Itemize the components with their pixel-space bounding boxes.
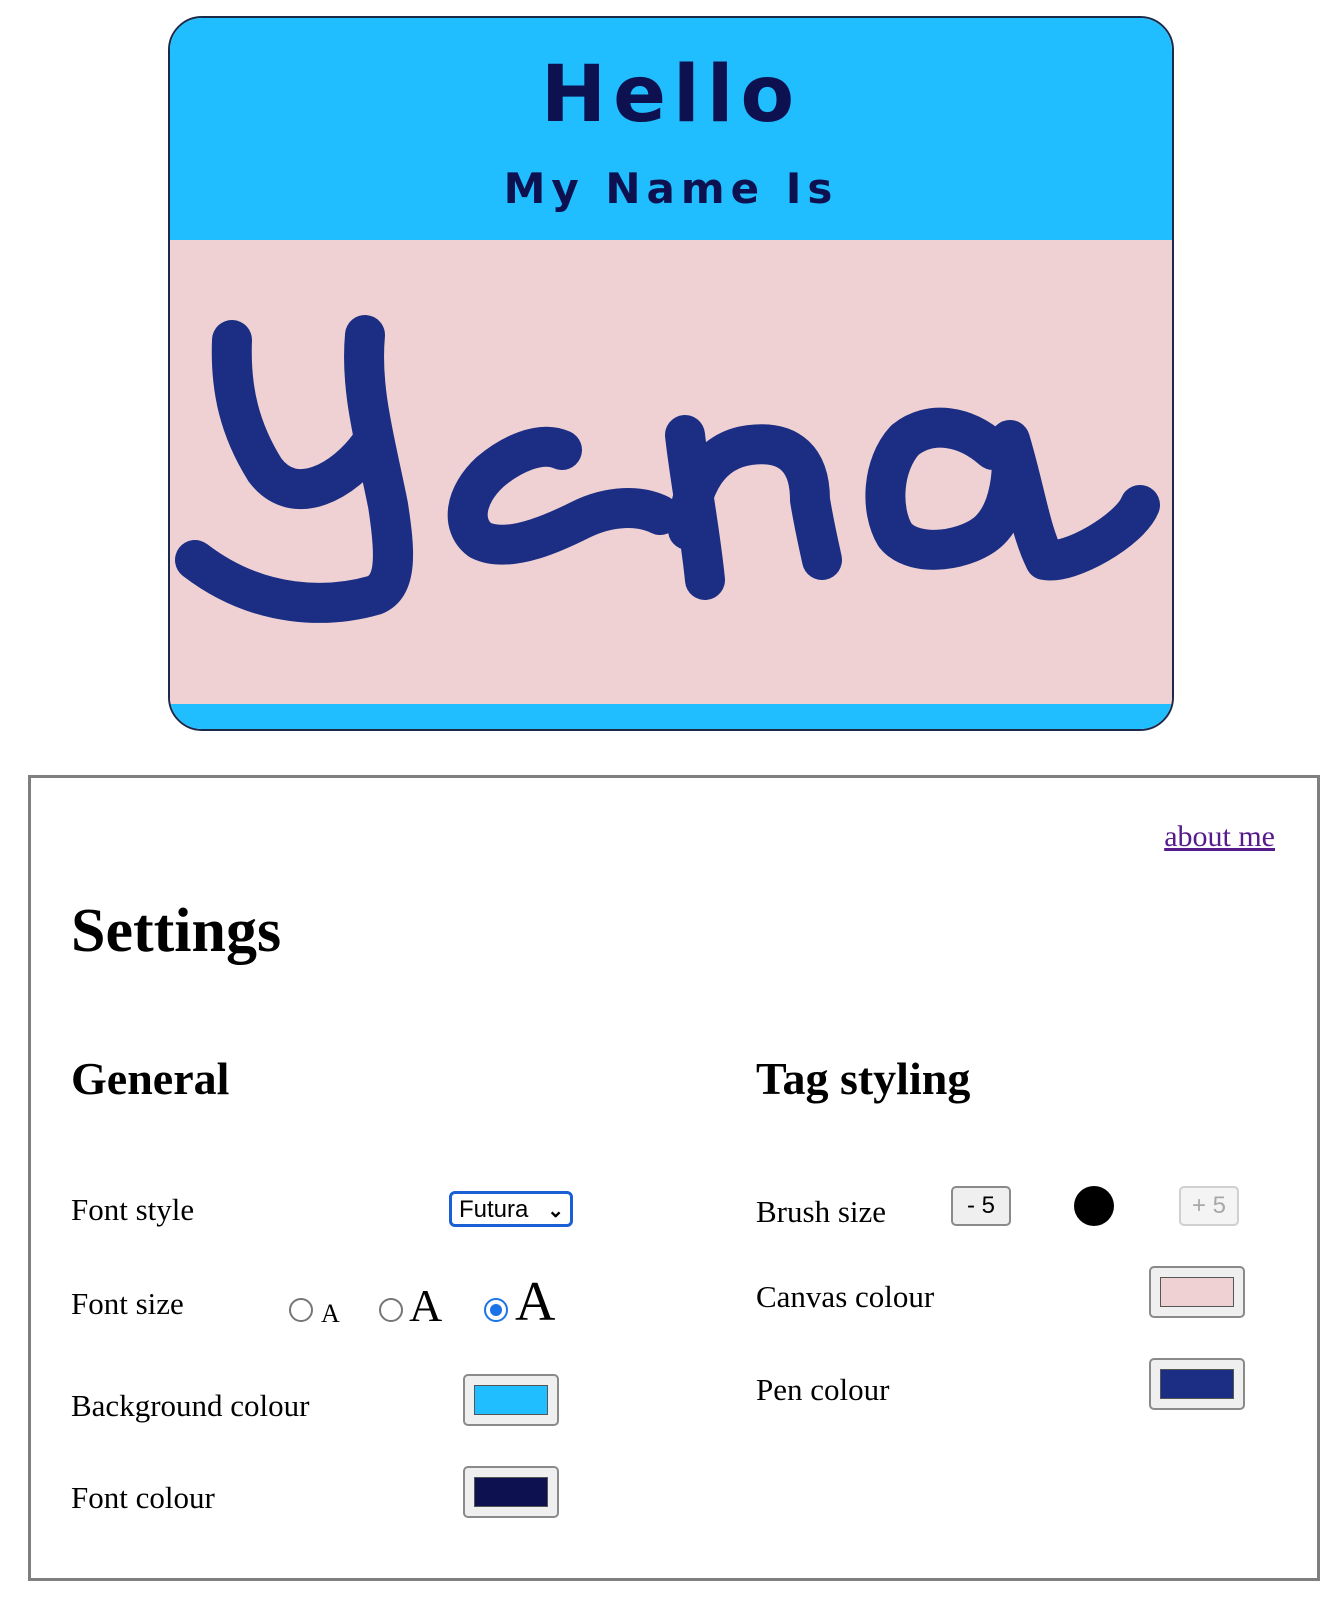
canvas-colour-swatch [1160, 1277, 1234, 1307]
font-style-select[interactable]: Futura ⌄ [449, 1191, 573, 1227]
font-size-label: Font size [71, 1286, 184, 1321]
name-tag: Hello My Name Is [168, 16, 1174, 731]
general-heading: General [71, 1053, 230, 1104]
font-colour-label: Font colour [71, 1480, 215, 1515]
pen-strokes [175, 315, 1160, 623]
canvas-colour-label: Canvas colour [756, 1279, 935, 1314]
tag-subtitle: My Name Is [503, 164, 839, 213]
pen-colour-swatch [1160, 1369, 1234, 1399]
font-size-option-small: A [321, 1299, 340, 1328]
font-size-option-large: A [515, 1271, 556, 1333]
handwritten-name-yana [175, 315, 1160, 623]
drawing-canvas[interactable] [170, 240, 1172, 704]
background-colour-picker[interactable] [463, 1374, 559, 1426]
pen-colour-label: Pen colour [756, 1372, 890, 1407]
font-size-radio-large[interactable] [484, 1298, 508, 1322]
pen-colour-picker[interactable] [1149, 1358, 1245, 1410]
font-colour-swatch [474, 1477, 548, 1507]
tag-title: Hello [540, 50, 802, 140]
tag-footer [170, 704, 1172, 729]
font-colour-picker[interactable] [463, 1466, 559, 1518]
background-colour-label: Background colour [71, 1388, 310, 1423]
chevron-down-icon: ⌄ [547, 1200, 564, 1222]
tag-styling-heading: Tag styling [756, 1053, 971, 1104]
brush-size-increase-button[interactable]: + 5 [1179, 1186, 1239, 1226]
brush-size-label: Brush size [756, 1194, 887, 1229]
settings-panel: about me Settings General Font style Fut… [28, 775, 1320, 1581]
brush-size-preview [1074, 1186, 1114, 1226]
brush-size-decrease-button[interactable]: - 5 [951, 1186, 1011, 1226]
tag-header: Hello My Name Is [170, 18, 1172, 240]
about-me-link[interactable]: about me [1164, 820, 1275, 854]
font-style-value: Futura [459, 1196, 529, 1223]
font-size-radio-medium[interactable] [379, 1298, 403, 1322]
font-size-radio-small[interactable] [289, 1298, 313, 1322]
settings-heading: Settings [71, 897, 282, 965]
font-size-option-medium: A [409, 1280, 443, 1331]
font-style-label: Font style [71, 1192, 195, 1227]
background-colour-swatch [474, 1385, 548, 1415]
canvas-colour-picker[interactable] [1149, 1266, 1245, 1318]
